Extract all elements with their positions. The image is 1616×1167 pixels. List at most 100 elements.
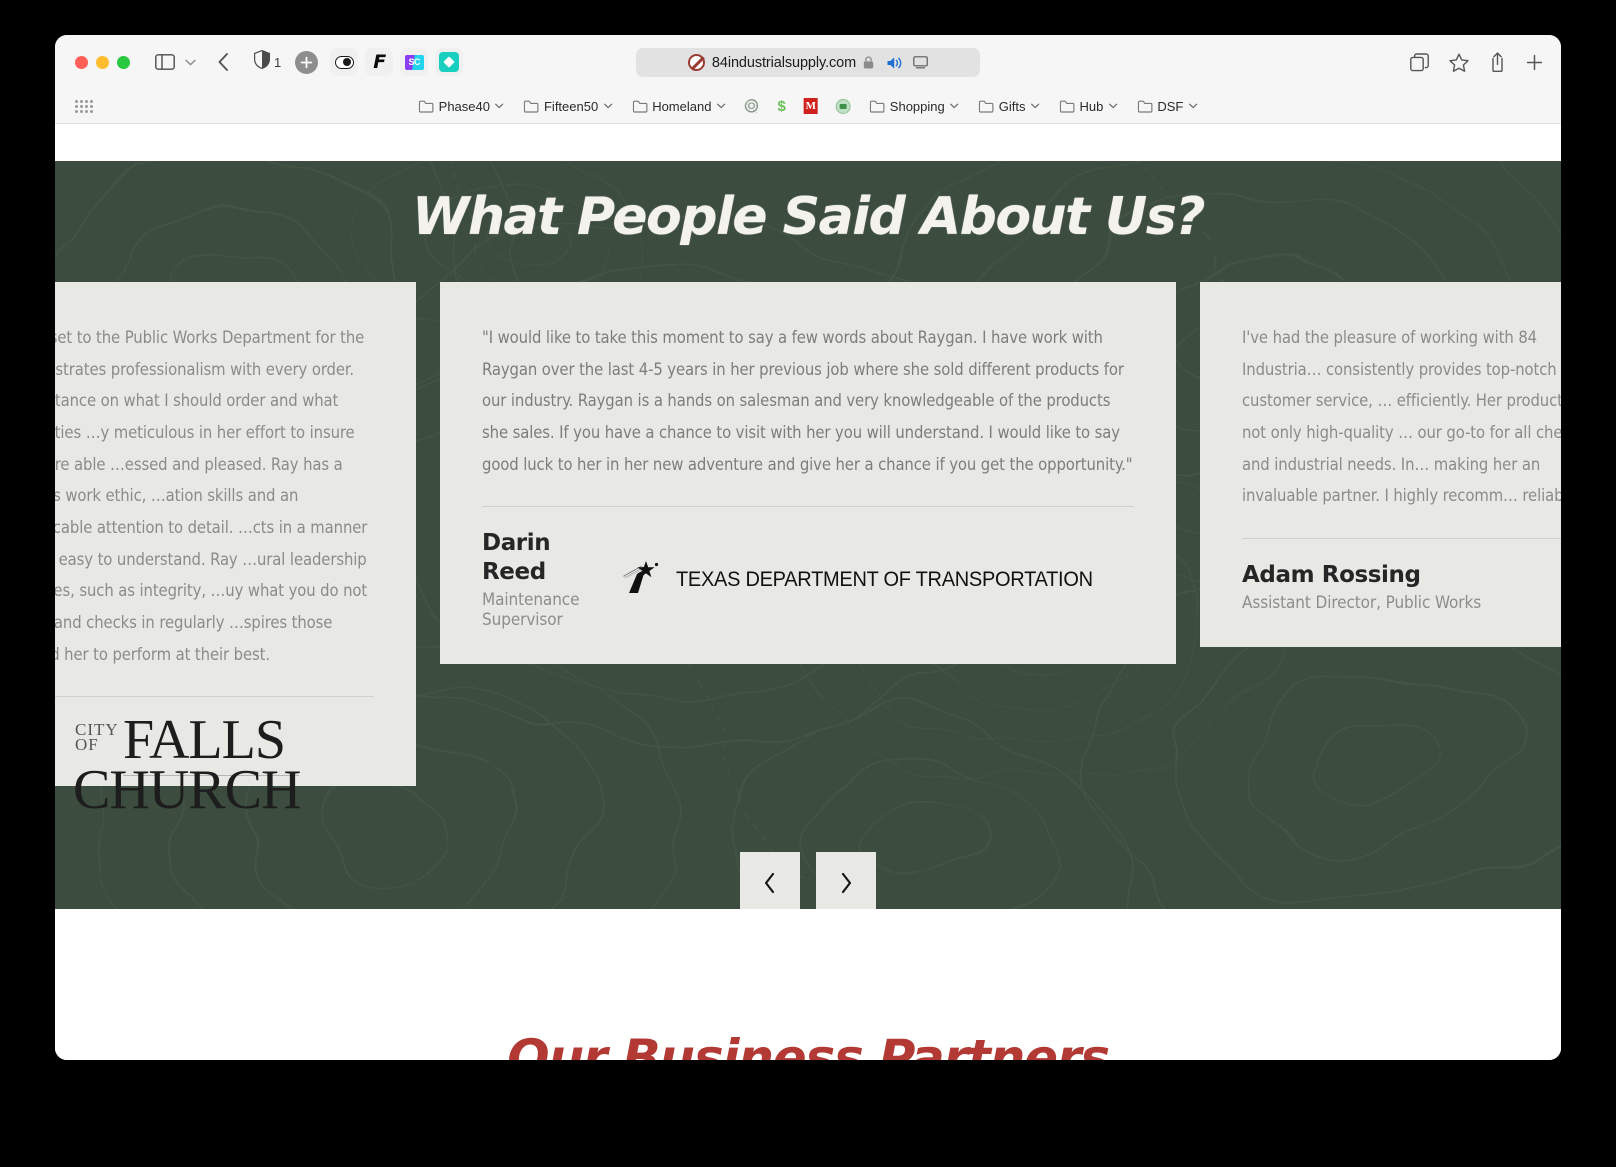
tab-overview-icon[interactable]	[1410, 52, 1429, 72]
author-role: Assistant Director, Public Works	[1242, 592, 1482, 613]
testimonial-quote: I've had the pleasure of working with 84…	[1242, 328, 1561, 506]
txdot-wordmark: TEXAS DEPARTMENT OF TRANSPORTATION	[675, 567, 1093, 592]
author-name: Darin Reed	[482, 530, 551, 586]
bookmark-label: DSF	[1157, 98, 1184, 114]
bookmark-favicon-dollar[interactable]: $	[768, 99, 794, 114]
toggle-extension-icon[interactable]	[330, 48, 359, 76]
carousel-prev-button[interactable]	[740, 852, 800, 909]
testimonial-card-center[interactable]: "I would like to take this moment to say…	[440, 282, 1176, 664]
bookmark-folder-dsf[interactable]: DSF	[1127, 99, 1207, 114]
chevron-down-icon	[495, 103, 504, 109]
txdot-mark-icon	[616, 559, 662, 601]
dollar-icon: $	[777, 97, 786, 115]
diamond-extension-icon[interactable]	[435, 48, 464, 76]
share-icon[interactable]	[1489, 52, 1506, 72]
author-name: Adam Rossing	[1242, 562, 1421, 589]
carousel-next-button[interactable]	[816, 852, 876, 909]
screen-share-icon[interactable]	[913, 56, 928, 69]
folder-icon	[1059, 100, 1075, 113]
f-glyph: F	[373, 50, 386, 73]
author-block: Darin Reed Maintenance Supervisor	[482, 529, 616, 630]
badge-extension-icon[interactable]: SC	[400, 48, 429, 76]
city-of-falls-church-logo: CITY OF FALLS CHURCH	[71, 713, 311, 819]
chevron-down-icon	[950, 103, 959, 109]
testimonial-card-right[interactable]: I've had the pleasure of working with 84…	[1200, 282, 1561, 647]
testimonial-quote: …t asset to the Public Works Department …	[55, 328, 368, 664]
folder-icon	[978, 100, 994, 113]
address-bar[interactable]: 84industrialsupply.com	[636, 48, 980, 77]
maximize-window-button[interactable]	[117, 55, 130, 69]
testimonials-section: What People Said About Us? …t asset to t…	[55, 161, 1561, 909]
site-favicon-icon	[687, 54, 705, 71]
testimonial-quote: "I would like to take this moment to say…	[482, 328, 1133, 474]
chevron-down-icon	[1108, 103, 1117, 109]
bookmarks-list: Phase40 Fifteen50 Homeland $ M Shopping …	[409, 98, 1208, 114]
back-chevron-icon[interactable]	[210, 50, 236, 74]
browser-window: 1 F SC 84industrialsupply.com Phase40 Fi…	[55, 35, 1561, 1060]
bookmark-label: Hub	[1079, 98, 1104, 114]
toolbar-right-group	[1410, 35, 1543, 89]
folder-icon	[632, 100, 647, 113]
chevron-down-icon	[716, 103, 726, 109]
bookmark-favicon-m[interactable]: M	[795, 98, 827, 114]
bookmark-favicon-green[interactable]	[827, 98, 860, 114]
bookmark-label: Phase40	[438, 98, 490, 114]
texas-department-of-transportation-logo: TEXAS DEPARTMENT OF TRANSPORTATION	[616, 559, 1124, 601]
chevron-down-icon	[1030, 103, 1040, 109]
spiral-icon	[744, 98, 760, 114]
badge-glyph: SC	[404, 54, 424, 70]
card-divider	[482, 506, 1134, 508]
bookmark-favicon-spiral[interactable]	[735, 98, 768, 114]
minimize-window-button[interactable]	[96, 55, 109, 69]
page-title: What People Said About Us?	[412, 187, 1205, 247]
new-tab-plus-icon[interactable]	[1526, 54, 1543, 71]
logo-falls-text: FALLS	[123, 709, 286, 772]
bookmark-folder-gifts[interactable]: Gifts	[969, 99, 1050, 114]
testimonial-card-left[interactable]: …t asset to the Public Works Department …	[55, 282, 416, 819]
bookmark-folder-fifteen50[interactable]: Fifteen50	[514, 99, 622, 114]
page-top-spacer	[55, 124, 1561, 161]
plus-circle-icon[interactable]	[295, 50, 319, 74]
business-partners-section: Our Business Partners	[55, 909, 1561, 1060]
folder-icon	[1137, 100, 1153, 113]
chevron-down-icon	[603, 103, 612, 109]
toggle-glyph	[334, 55, 354, 69]
bookmark-label: Shopping	[889, 98, 945, 114]
tracker-count: 1	[274, 54, 282, 70]
author-block: Adam Rossing Assistant Director, Public …	[1242, 561, 1481, 613]
close-window-button[interactable]	[75, 55, 88, 69]
testimonial-footer: Adam Rossing Assistant Director, Public …	[1242, 561, 1561, 613]
logo-church-text: CHURCH	[73, 759, 301, 822]
bookmark-folder-phase40[interactable]: Phase40	[409, 99, 514, 114]
testimonials-carousel: …t asset to the Public Works Department …	[55, 282, 1561, 819]
folder-icon	[524, 100, 539, 113]
browser-toolbar: 1 F SC 84industrialsupply.com	[55, 35, 1561, 89]
bookmark-label: Gifts	[998, 98, 1026, 114]
url-text: 84industrialsupply.com	[711, 54, 857, 71]
bookmark-folder-hub[interactable]: Hub	[1049, 99, 1127, 114]
lock-icon	[863, 56, 874, 69]
bookmark-folder-homeland[interactable]: Homeland	[622, 99, 735, 114]
folder-icon	[418, 100, 434, 113]
star-icon[interactable]	[1449, 53, 1469, 72]
bookmarks-bar: Phase40 Fifteen50 Homeland $ M Shopping …	[55, 89, 1561, 124]
m-icon: M	[803, 98, 818, 114]
chevron-down-icon[interactable]	[180, 51, 200, 73]
partners-title: Our Business Partners	[507, 1029, 1110, 1060]
bookmark-label: Homeland	[652, 98, 712, 114]
card-divider	[55, 696, 374, 698]
bookmark-label: Fifteen50	[543, 98, 599, 114]
window-controls	[75, 55, 130, 69]
author-role: Maintenance Supervisor	[482, 589, 580, 630]
tracker-shield[interactable]: 1	[254, 49, 282, 74]
apps-grid-icon[interactable]	[75, 99, 93, 113]
f-extension-icon[interactable]: F	[365, 48, 394, 76]
card-divider	[1242, 538, 1561, 540]
chevron-down-icon	[1188, 103, 1197, 109]
web-page-content: What People Said About Us? …t asset to t…	[55, 124, 1561, 1060]
diamond-glyph	[439, 52, 460, 72]
speaker-icon[interactable]	[887, 56, 904, 70]
bookmark-folder-shopping[interactable]: Shopping	[860, 99, 969, 114]
folder-icon	[870, 100, 885, 113]
sidebar-icon[interactable]	[152, 51, 178, 73]
